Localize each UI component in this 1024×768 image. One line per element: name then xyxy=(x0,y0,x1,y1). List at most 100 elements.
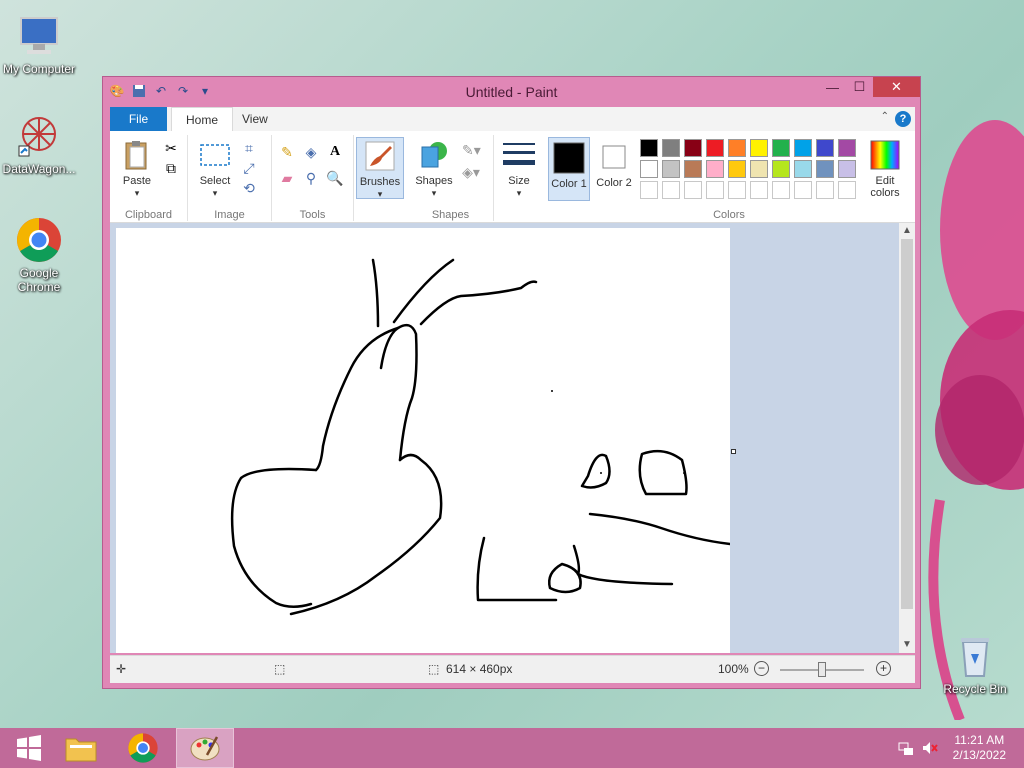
system-clock[interactable]: 11:21 AM 2/13/2022 xyxy=(953,733,1006,763)
palette-swatch-empty[interactable] xyxy=(750,181,768,199)
palette-swatch-empty[interactable] xyxy=(838,181,856,199)
scroll-up-icon[interactable]: ▲ xyxy=(899,223,915,239)
status-bar: ✛ ⬚ ⬚ 614 × 460px 100% − + xyxy=(110,655,915,683)
color1-swatch xyxy=(553,142,585,174)
cursor-position-icon: ✛ xyxy=(116,662,127,676)
maximize-button[interactable]: ☐ xyxy=(846,77,873,97)
shapes-icon xyxy=(418,139,450,171)
title-bar[interactable]: 🎨 ↶ ↷ ▾ Untitled - Paint — ☐ ✕ xyxy=(103,77,920,107)
outline-icon[interactable]: ✎▾ xyxy=(462,141,481,159)
crop-icon[interactable]: ⌗ xyxy=(240,139,258,157)
palette-swatch[interactable] xyxy=(772,160,790,178)
palette-swatch[interactable] xyxy=(662,139,680,157)
size-button[interactable]: Size ▾ xyxy=(498,137,540,199)
canvas-dimensions: 614 × 460px xyxy=(446,662,513,676)
palette-swatch[interactable] xyxy=(706,160,724,178)
cut-icon[interactable]: ✂ xyxy=(162,139,180,157)
zoom-in-button[interactable]: + xyxy=(876,661,891,676)
palette-swatch[interactable] xyxy=(750,139,768,157)
palette-swatch[interactable] xyxy=(794,160,812,178)
desktop-icon-recycle-bin[interactable]: Recycle Bin xyxy=(936,632,1014,696)
tab-home[interactable]: Home xyxy=(171,107,234,131)
text-icon[interactable]: A xyxy=(326,143,344,161)
zoom-level: 100% xyxy=(718,662,749,676)
color-picker-icon[interactable]: ⚲ xyxy=(302,169,320,187)
fill-icon[interactable]: ◈ xyxy=(302,143,320,161)
tab-view[interactable]: View xyxy=(228,107,282,131)
taskbar-file-explorer[interactable] xyxy=(52,728,110,768)
palette-swatch[interactable] xyxy=(640,139,658,157)
palette-swatch[interactable] xyxy=(816,139,834,157)
palette-swatch[interactable] xyxy=(728,160,746,178)
palette-swatch-empty[interactable] xyxy=(772,181,790,199)
eraser-icon[interactable]: ▰ xyxy=(278,169,296,187)
shapes-button[interactable]: Shapes ▾ xyxy=(412,137,456,199)
select-button[interactable]: Select ▾ xyxy=(194,137,236,199)
taskbar-chrome[interactable] xyxy=(114,728,172,768)
palette-swatch[interactable] xyxy=(662,160,680,178)
palette-swatch-empty[interactable] xyxy=(662,181,680,199)
chrome-icon xyxy=(15,216,63,264)
group-label: Clipboard xyxy=(124,209,173,221)
scroll-thumb[interactable] xyxy=(901,239,913,609)
clock-date: 2/13/2022 xyxy=(952,748,1006,762)
taskbar-paint[interactable] xyxy=(176,728,234,768)
datawagon-icon xyxy=(15,112,63,160)
group-tools: ✎ ◈ A ▰ ⚲ 🔍 Tools xyxy=(272,135,354,221)
ribbon: Paste ▾ ✂ ⧉ Clipboard Select ▾ ⌗ ⤢ ⟲ Image… xyxy=(110,131,915,223)
palette-swatch[interactable] xyxy=(750,160,768,178)
volume-muted-icon[interactable] xyxy=(922,740,938,756)
copy-icon[interactable]: ⧉ xyxy=(162,159,180,177)
palette-swatch[interactable] xyxy=(640,160,658,178)
palette-swatch[interactable] xyxy=(838,139,856,157)
palette-swatch[interactable] xyxy=(816,160,834,178)
palette-swatch-empty[interactable] xyxy=(684,181,702,199)
palette-swatch[interactable] xyxy=(706,139,724,157)
desktop-icon-datawagon[interactable]: DataWagon... xyxy=(0,112,78,176)
paste-button[interactable]: Paste ▾ xyxy=(116,137,158,199)
brushes-button[interactable]: Brushes ▾ xyxy=(356,137,404,199)
canvas-resize-handle-right[interactable] xyxy=(731,449,736,454)
desktop-icon-google-chrome[interactable]: Google Chrome xyxy=(0,216,78,294)
resize-icon[interactable]: ⤢ xyxy=(240,159,258,177)
brush-icon xyxy=(364,140,396,172)
desktop-icon-label: Google Chrome xyxy=(17,266,61,294)
help-button[interactable]: ? xyxy=(895,111,911,127)
zoom-slider-thumb[interactable] xyxy=(818,662,826,677)
minimize-button[interactable]: — xyxy=(819,77,846,97)
palette-swatch[interactable] xyxy=(794,139,812,157)
canvas-area xyxy=(110,223,899,653)
scroll-down-icon[interactable]: ▼ xyxy=(899,637,915,653)
network-icon[interactable] xyxy=(898,740,914,756)
group-shapes: Shapes ▾ ✎▾ ◈▾ Shapes xyxy=(408,135,494,221)
palette-swatch[interactable] xyxy=(684,139,702,157)
palette-swatch-empty[interactable] xyxy=(794,181,812,199)
palette-swatch[interactable] xyxy=(838,160,856,178)
fill-shape-icon[interactable]: ◈▾ xyxy=(462,163,480,181)
rotate-icon[interactable]: ⟲ xyxy=(240,179,258,197)
desktop-icon-label: Recycle Bin xyxy=(943,682,1007,696)
palette-swatch-empty[interactable] xyxy=(640,181,658,199)
zoom-out-button[interactable]: − xyxy=(754,661,769,676)
magnifier-icon[interactable]: 🔍 xyxy=(326,169,344,187)
close-button[interactable]: ✕ xyxy=(873,77,920,97)
palette-swatch-empty[interactable] xyxy=(706,181,724,199)
vertical-scrollbar[interactable]: ▲ ▼ xyxy=(899,223,915,653)
edit-colors-button[interactable]: Edit colors xyxy=(862,137,908,199)
palette-swatch[interactable] xyxy=(772,139,790,157)
palette-swatch[interactable] xyxy=(728,139,746,157)
taskbar: 11:21 AM 2/13/2022 xyxy=(0,728,1024,768)
tab-file[interactable]: File xyxy=(110,107,167,131)
start-button[interactable] xyxy=(0,728,58,768)
zoom-slider[interactable] xyxy=(780,662,864,677)
palette-swatch[interactable] xyxy=(684,160,702,178)
palette-swatch-empty[interactable] xyxy=(816,181,834,199)
ribbon-collapse-icon[interactable]: ⌃ xyxy=(881,111,889,122)
drawing-canvas[interactable] xyxy=(116,228,732,653)
palette-swatch-empty[interactable] xyxy=(728,181,746,199)
pencil-icon[interactable]: ✎ xyxy=(278,143,296,161)
color2-button[interactable]: Color 2 xyxy=(594,137,634,189)
color1-button[interactable]: Color 1 xyxy=(548,137,590,201)
clock-time: 11:21 AM xyxy=(954,733,1005,747)
desktop-icon-my-computer[interactable]: My Computer xyxy=(0,12,78,76)
